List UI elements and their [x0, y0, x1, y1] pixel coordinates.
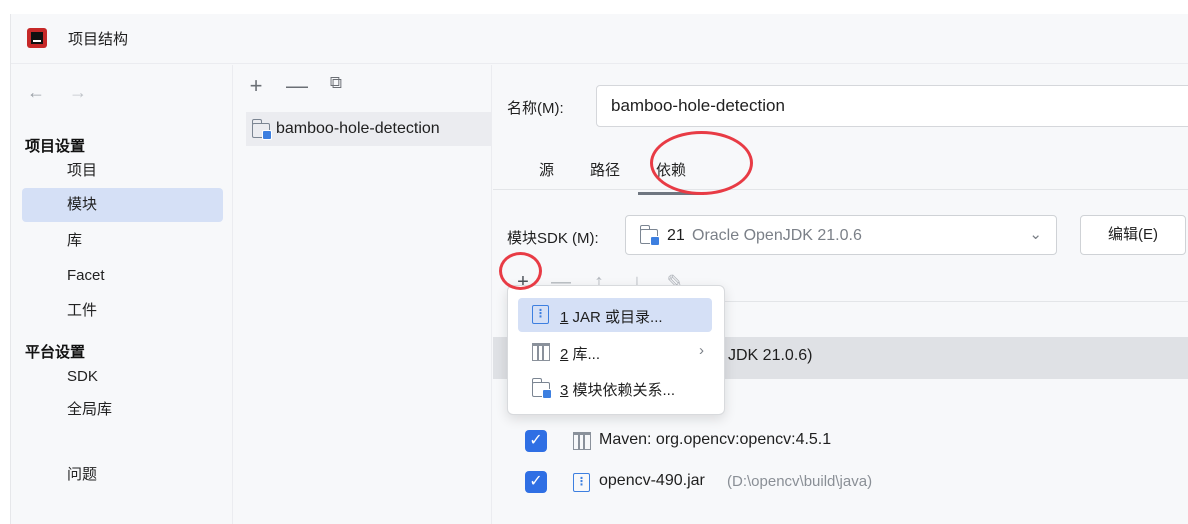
checkbox-checked[interactable]: ✓	[525, 430, 547, 452]
menu-item-module-dependency[interactable]: 3 模块依赖关系...	[518, 371, 712, 405]
name-label: 名称(M):	[507, 100, 564, 117]
module-sdk-label: 模块SDK (M):	[507, 230, 599, 247]
sidebar-item-libraries[interactable]: 库	[22, 224, 223, 258]
project-settings-heading: 项目设置	[25, 138, 86, 155]
module-folder-icon	[252, 119, 272, 140]
menu-item-label: 3 模块依赖关系...	[560, 382, 676, 399]
sdk-version: 21	[667, 227, 685, 244]
project-structure-window: 项目结构 ← → 项目设置 项目 模块 库 Facet 工件 平台设置 SDK …	[10, 14, 1188, 524]
sidebar-item-artifacts[interactable]: 工件	[22, 294, 223, 328]
settings-sidebar: ← → 项目设置 项目 模块 库 Facet 工件 平台设置 SDK 全局库 问…	[11, 65, 233, 524]
annotation-circle-dependencies-tab	[650, 131, 753, 195]
library-icon	[532, 343, 550, 361]
dependency-label: Maven: org.opencv:opencv:4.5.1	[599, 431, 832, 448]
module-folder-icon	[532, 378, 552, 399]
jar-icon: ⋮	[573, 473, 590, 492]
dependency-label: JDK 21.0.6)	[728, 347, 813, 364]
menu-item-label: 2 库...	[560, 346, 601, 363]
menu-item-library[interactable]: 2 库... ›	[518, 335, 712, 369]
platform-settings-heading: 平台设置	[25, 344, 86, 361]
modules-panel: + — ⧉ bamboo-hole-detection	[234, 65, 492, 524]
chevron-down-icon: ⌄	[1029, 226, 1042, 243]
sdk-folder-icon	[640, 225, 660, 246]
module-name-input[interactable]	[596, 85, 1188, 127]
module-sdk-dropdown[interactable]: 21 Oracle OpenJDK 21.0.6 ⌄	[625, 215, 1057, 255]
sidebar-item-problems[interactable]: 问题	[22, 458, 223, 492]
module-list-item[interactable]: bamboo-hole-detection	[246, 112, 492, 146]
jar-icon: ⋮	[532, 305, 549, 324]
chevron-right-icon: ›	[699, 342, 704, 359]
tabs-divider	[493, 189, 1188, 190]
sidebar-item-project[interactable]: 项目	[22, 154, 223, 188]
menu-item-label: 1 JAR 或目录...	[560, 309, 663, 326]
add-module-icon[interactable]: +	[246, 73, 266, 99]
module-name: bamboo-hole-detection	[276, 120, 440, 137]
modules-toolbar: + — ⧉	[246, 73, 346, 99]
title-bar: 项目结构	[11, 14, 1188, 64]
checkbox-checked[interactable]: ✓	[525, 471, 547, 493]
dependency-row-opencv-jar[interactable]: ✓ ⋮ opencv-490.jar (D:\opencv\build\java…	[493, 462, 1188, 504]
sdk-description: Oracle OpenJDK 21.0.6	[692, 227, 862, 244]
dependency-path: (D:\opencv\build\java)	[727, 473, 873, 490]
edit-sdk-button[interactable]: 编辑(E)	[1080, 215, 1186, 255]
sidebar-item-modules[interactable]: 模块	[22, 188, 223, 222]
dependency-row-maven[interactable]: ✓ Maven: org.opencv:opencv:4.5.1	[493, 421, 1188, 463]
sidebar-item-facets[interactable]: Facet	[22, 259, 223, 293]
sidebar-item-sdk[interactable]: SDK	[22, 360, 223, 394]
annotation-circle-add-button	[499, 252, 542, 290]
sidebar-item-global-libraries[interactable]: 全局库	[22, 393, 223, 427]
dependency-label: opencv-490.jar	[599, 472, 705, 489]
copy-module-icon[interactable]: ⧉	[326, 73, 346, 99]
intellij-logo-icon	[27, 28, 47, 48]
forward-arrow-icon[interactable]: →	[69, 82, 87, 103]
library-icon	[573, 432, 591, 450]
window-title: 项目结构	[68, 31, 129, 48]
menu-item-jar-or-directory[interactable]: ⋮ 1 JAR 或目录...	[518, 298, 712, 332]
back-arrow-icon[interactable]: ←	[27, 82, 45, 103]
add-dependency-popup-menu: ⋮ 1 JAR 或目录... 2 库... › 3 模块依赖关系...	[507, 285, 725, 415]
remove-module-icon[interactable]: —	[286, 73, 308, 99]
